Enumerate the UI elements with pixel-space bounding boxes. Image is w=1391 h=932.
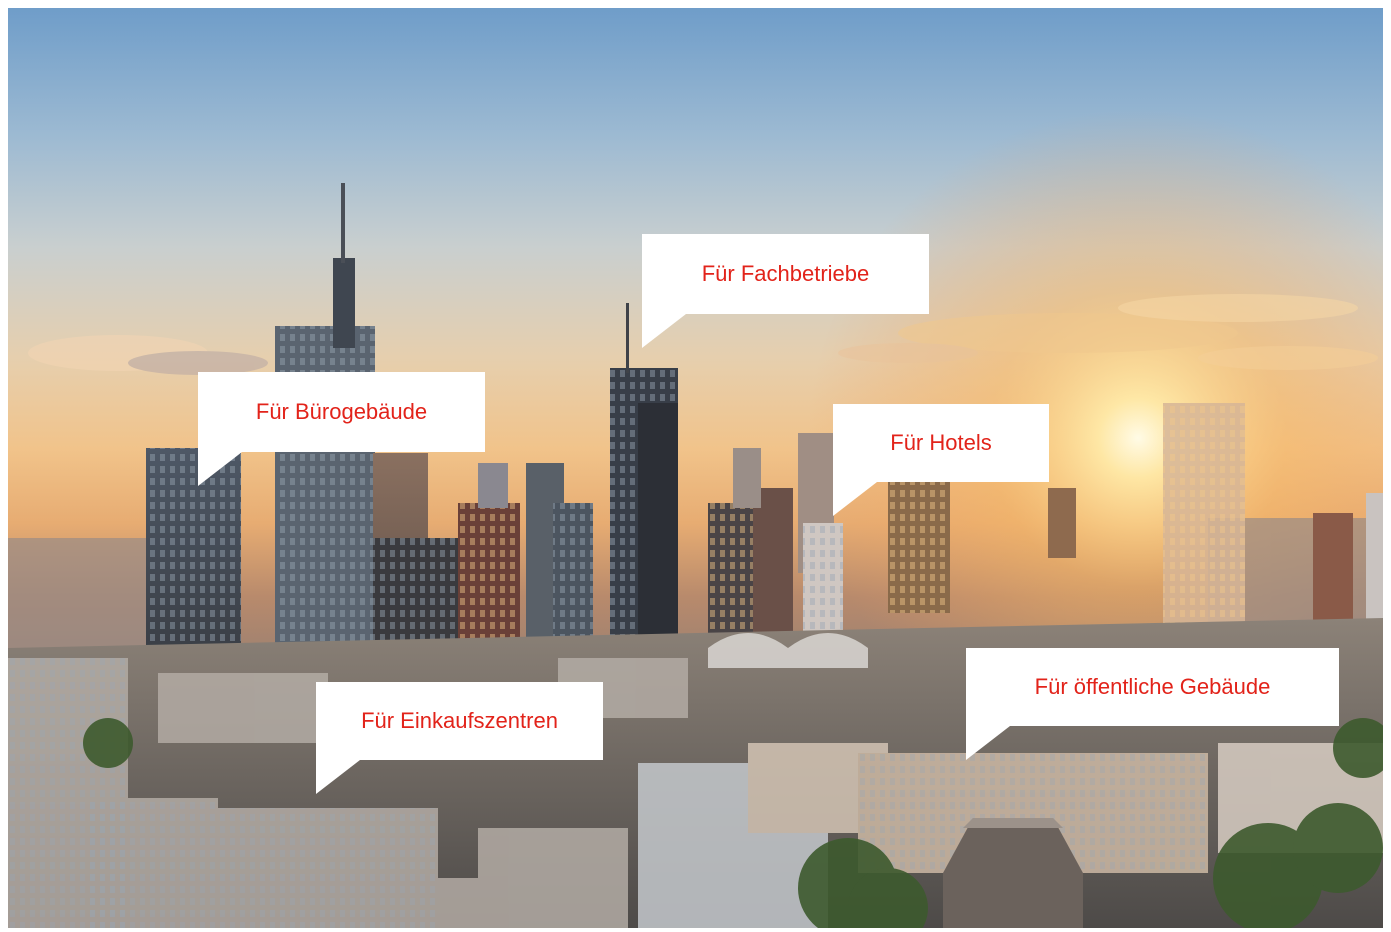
label-fachbetriebe-tail — [642, 314, 686, 348]
label-fachbetriebe-text: Für Fachbetriebe — [701, 261, 870, 286]
label-hotels-text: Für Hotels — [890, 430, 992, 455]
label-buerogebaeude-text: Für Bürogebäude — [255, 399, 428, 424]
label-oeffentliche-gebaeude[interactable]: Für öffentliche Gebäude — [966, 648, 1339, 760]
skyline-photo: Für Fachbetriebe Für Bürogebäude Für Hot… — [8, 8, 1383, 928]
label-hotels-tail — [833, 482, 877, 516]
label-einkaufszentren-tail — [316, 760, 360, 794]
label-oeffentliche-gebaeude-text: Für öffentliche Gebäude — [1034, 674, 1271, 699]
label-fachbetriebe[interactable]: Für Fachbetriebe — [642, 234, 929, 348]
label-buerogebaeude[interactable]: Für Bürogebäude — [198, 372, 485, 486]
label-einkaufszentren-text: Für Einkaufszentren — [361, 708, 558, 733]
label-hotels[interactable]: Für Hotels — [833, 404, 1049, 516]
label-oeffentliche-gebaeude-tail — [966, 726, 1010, 760]
label-einkaufszentren[interactable]: Für Einkaufszentren — [316, 682, 603, 794]
label-buerogebaeude-tail — [198, 452, 242, 486]
